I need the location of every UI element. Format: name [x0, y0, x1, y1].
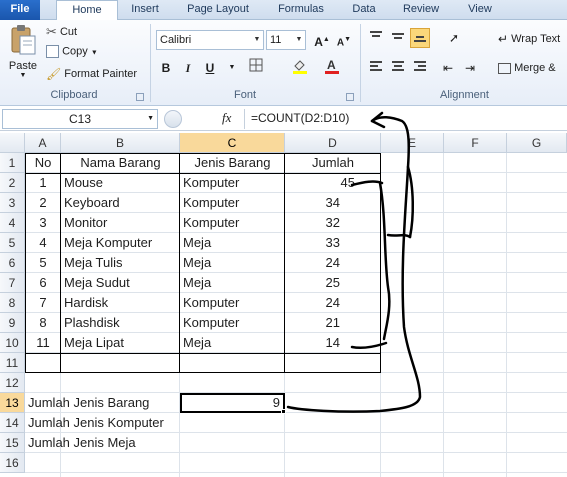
fill-color-icon[interactable]: [290, 58, 310, 78]
font-dialog-launcher[interactable]: [346, 93, 354, 101]
copy-label: Copy: [62, 45, 88, 58]
underline-dropdown[interactable]: ▼: [222, 58, 242, 78]
tab-insert[interactable]: Insert: [120, 0, 170, 20]
borders-icon[interactable]: [246, 58, 266, 78]
align-middle-icon[interactable]: [388, 28, 408, 48]
ribbon-home: Paste ▼ ✂ Cut Copy ▼ 🖌 Format Painter Cl…: [0, 20, 567, 106]
font-size-value: 11: [270, 34, 282, 46]
align-left-icon[interactable]: [366, 58, 386, 78]
tab-review[interactable]: Review: [392, 0, 450, 20]
chevron-down-icon: ▼: [253, 36, 261, 43]
wrap-text-icon: ↵: [498, 32, 509, 46]
font-size-combo[interactable]: 11 ▼: [266, 30, 306, 50]
increase-indent-icon[interactable]: ⇥: [460, 58, 480, 78]
decrease-font-icon[interactable]: A▼: [334, 30, 354, 50]
group-divider: [360, 24, 361, 102]
annotation-arrow-drawing: [286, 111, 422, 413]
copy-button[interactable]: Copy ▼: [46, 45, 98, 58]
format-painter-label: Format Painter: [64, 67, 138, 80]
wrap-text-button[interactable]: ↵ Wrap Text: [498, 32, 560, 46]
cut-button[interactable]: ✂ Cut: [46, 24, 77, 40]
align-center-icon[interactable]: [388, 58, 408, 78]
bold-button[interactable]: B: [156, 58, 176, 78]
format-painter-icon: 🖌: [46, 67, 62, 81]
paste-button[interactable]: Paste ▼: [4, 24, 42, 86]
merge-label: Merge &: [514, 62, 556, 74]
align-top-icon[interactable]: [366, 28, 386, 48]
tab-page-layout[interactable]: Page Layout: [176, 0, 260, 20]
orientation-icon[interactable]: ➚: [444, 28, 464, 48]
cut-label: Cut: [59, 25, 78, 38]
worksheet-grid: A B C D E F G 1 2 3 4 5 6 7 8 9 10 11 12…: [0, 111, 567, 477]
svg-text:A: A: [327, 58, 336, 72]
chevron-down-icon: ▼: [295, 36, 303, 43]
align-right-icon[interactable]: [410, 58, 430, 78]
increase-font-icon[interactable]: A▲: [312, 30, 332, 50]
copy-icon: [46, 45, 59, 58]
scissors-icon: ✂: [46, 24, 57, 39]
underline-button[interactable]: U: [200, 58, 220, 78]
wrap-text-label: Wrap Text: [511, 32, 561, 45]
tab-formulas[interactable]: Formulas: [266, 0, 336, 20]
clipboard-dialog-launcher[interactable]: [136, 93, 144, 101]
tab-home[interactable]: Home: [56, 0, 118, 21]
font-name-value: Calibri: [160, 34, 192, 46]
font-group-label: Font: [233, 89, 256, 101]
merge-icon: [498, 62, 511, 74]
tab-data[interactable]: Data: [340, 0, 388, 20]
tab-view[interactable]: View: [454, 0, 506, 20]
decrease-indent-icon[interactable]: ⇤: [438, 58, 458, 78]
italic-button[interactable]: I: [178, 58, 198, 78]
paste-label: Paste: [8, 60, 38, 72]
clipboard-group-label: Clipboard: [50, 89, 98, 101]
merge-center-button[interactable]: Merge &: [498, 62, 556, 74]
align-bottom-icon[interactable]: [410, 28, 430, 48]
format-painter-button[interactable]: 🖌 Format Painter: [46, 67, 137, 81]
ribbon-tab-bar: File Home Insert Page Layout Formulas Da…: [0, 0, 567, 21]
tab-file[interactable]: File: [0, 0, 40, 20]
group-divider: [150, 24, 151, 102]
font-color-icon[interactable]: A: [322, 58, 342, 78]
paste-icon: [11, 25, 36, 55]
font-name-combo[interactable]: Calibri ▼: [156, 30, 264, 50]
alignment-group-label: Alignment: [440, 89, 489, 101]
